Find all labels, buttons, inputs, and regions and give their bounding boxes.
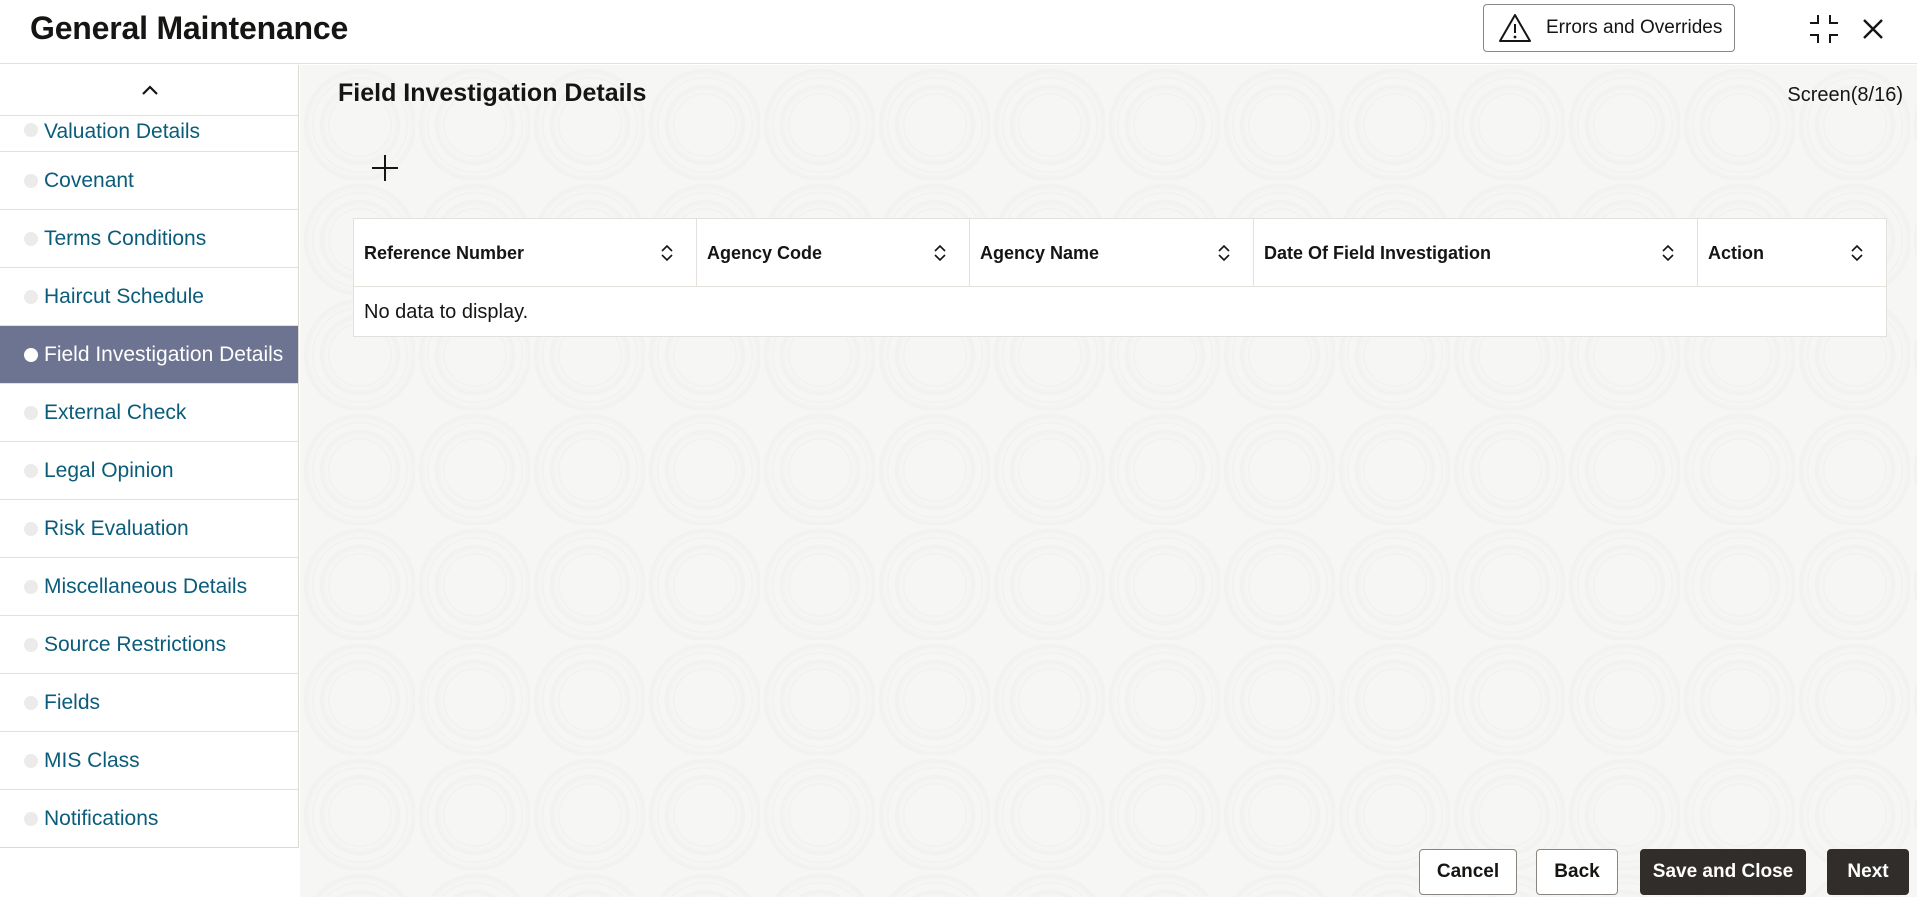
save-and-close-button-label: Save and Close bbox=[1652, 861, 1794, 882]
sidebar-item-fields[interactable]: Fields bbox=[0, 674, 298, 732]
column-header-agency-code[interactable]: Agency Code bbox=[697, 219, 970, 287]
column-header-action[interactable]: Action bbox=[1698, 219, 1886, 287]
sidebar-item-label: Field Investigation Details bbox=[44, 342, 284, 366]
sidebar-item-label: Covenant bbox=[44, 168, 134, 192]
sidebar-item-label: Miscellaneous Details bbox=[44, 574, 248, 598]
table-empty-message: No data to display. bbox=[364, 301, 529, 323]
errors-and-overrides-button[interactable]: Errors and Overrides bbox=[1483, 4, 1735, 52]
sidebar-item-label: Haircut Schedule bbox=[44, 284, 204, 308]
sidebar-item-label: Legal Opinion bbox=[44, 458, 174, 482]
column-label: Agency Code bbox=[707, 242, 823, 263]
sort-icon bbox=[1662, 244, 1674, 262]
table-header-row: Reference Number Agency Code Agency Name… bbox=[354, 219, 1886, 287]
sidebar-item-haircut-schedule[interactable]: Haircut Schedule bbox=[0, 268, 298, 326]
step-dot-icon bbox=[24, 811, 38, 826]
column-label: Date Of Field Investigation bbox=[1264, 242, 1492, 263]
sidebar-list: Valuation Details Covenant Terms Conditi… bbox=[0, 116, 298, 847]
step-dot-icon bbox=[24, 173, 38, 188]
next-button[interactable]: Next bbox=[1827, 849, 1909, 895]
column-label: Action bbox=[1708, 242, 1764, 263]
sidebar-item-label: Fields bbox=[44, 690, 101, 714]
sidebar-item-label: Terms Conditions bbox=[44, 226, 207, 250]
field-investigation-table: Reference Number Agency Code Agency Name… bbox=[353, 218, 1887, 337]
cancel-button[interactable]: Cancel bbox=[1419, 849, 1517, 895]
close-icon[interactable] bbox=[1856, 12, 1890, 46]
sort-icon bbox=[661, 244, 673, 262]
step-dot-icon bbox=[24, 695, 38, 710]
step-dot-icon bbox=[24, 347, 38, 362]
add-row-button[interactable] bbox=[368, 151, 402, 185]
sidebar-item-label: MIS Class bbox=[44, 748, 140, 772]
sidebar-item-covenant[interactable]: Covenant bbox=[0, 152, 298, 210]
column-label: Reference Number bbox=[364, 242, 525, 263]
step-dot-icon bbox=[24, 753, 38, 768]
sidebar-item-field-investigation-details[interactable]: Field Investigation Details bbox=[0, 326, 298, 384]
cancel-button-label: Cancel bbox=[1436, 861, 1500, 882]
page-title: Field Investigation Details bbox=[338, 79, 647, 107]
sidebar-item-label: Risk Evaluation bbox=[44, 516, 189, 540]
warning-icon bbox=[1498, 13, 1532, 43]
app-header: General Maintenance Errors and Overrides bbox=[0, 0, 1917, 64]
step-dot-icon bbox=[24, 579, 38, 594]
sidebar-item-valuation-details[interactable]: Valuation Details bbox=[0, 116, 298, 152]
save-and-close-button[interactable]: Save and Close bbox=[1640, 849, 1806, 895]
next-button-label: Next bbox=[1847, 861, 1889, 882]
sidebar-item-external-check[interactable]: External Check bbox=[0, 384, 298, 442]
column-label: Agency Name bbox=[980, 242, 1100, 263]
sidebar-item-risk-evaluation[interactable]: Risk Evaluation bbox=[0, 500, 298, 558]
sidebar-nav: Valuation Details Covenant Terms Conditi… bbox=[0, 65, 299, 848]
chevron-up-icon bbox=[141, 85, 158, 95]
sidebar-item-legal-opinion[interactable]: Legal Opinion bbox=[0, 442, 298, 500]
step-dot-icon bbox=[24, 231, 38, 246]
sort-icon bbox=[1851, 244, 1863, 262]
sidebar-item-notifications[interactable]: Notifications bbox=[0, 790, 298, 847]
sidebar-item-source-restrictions[interactable]: Source Restrictions bbox=[0, 616, 298, 674]
sidebar-item-label: Notifications bbox=[44, 806, 159, 830]
back-button[interactable]: Back bbox=[1536, 849, 1618, 895]
sort-icon bbox=[1218, 244, 1230, 262]
column-header-agency-name[interactable]: Agency Name bbox=[970, 219, 1254, 287]
sidebar-item-miscellaneous-details[interactable]: Miscellaneous Details bbox=[0, 558, 298, 616]
step-dot-icon bbox=[24, 405, 38, 420]
sort-icon bbox=[934, 244, 946, 262]
step-dot-icon bbox=[24, 521, 38, 536]
sidebar-item-mis-class[interactable]: MIS Class bbox=[0, 732, 298, 790]
step-dot-icon bbox=[24, 123, 38, 137]
column-header-reference-number[interactable]: Reference Number bbox=[354, 219, 697, 287]
column-header-date-of-field-investigation[interactable]: Date Of Field Investigation bbox=[1254, 219, 1698, 287]
main-content: Field Investigation Details Screen(8/16)… bbox=[300, 65, 1917, 897]
step-dot-icon bbox=[24, 637, 38, 652]
sidebar-item-label: External Check bbox=[44, 400, 187, 424]
errors-and-overrides-label: Errors and Overrides bbox=[1546, 17, 1723, 38]
step-dot-icon bbox=[24, 463, 38, 478]
app-title: General Maintenance bbox=[30, 10, 349, 46]
sidebar-item-label: Source Restrictions bbox=[44, 632, 227, 656]
plus-icon bbox=[372, 155, 398, 181]
sidebar-item-label: Valuation Details bbox=[44, 120, 201, 143]
sidebar-scroll-up-button[interactable] bbox=[0, 65, 298, 116]
sidebar-item-terms-conditions[interactable]: Terms Conditions bbox=[0, 210, 298, 268]
step-dot-icon bbox=[24, 289, 38, 304]
collapse-icon[interactable] bbox=[1807, 12, 1841, 46]
back-button-label: Back bbox=[1554, 861, 1600, 882]
screen-counter: Screen(8/16) bbox=[1787, 84, 1903, 106]
